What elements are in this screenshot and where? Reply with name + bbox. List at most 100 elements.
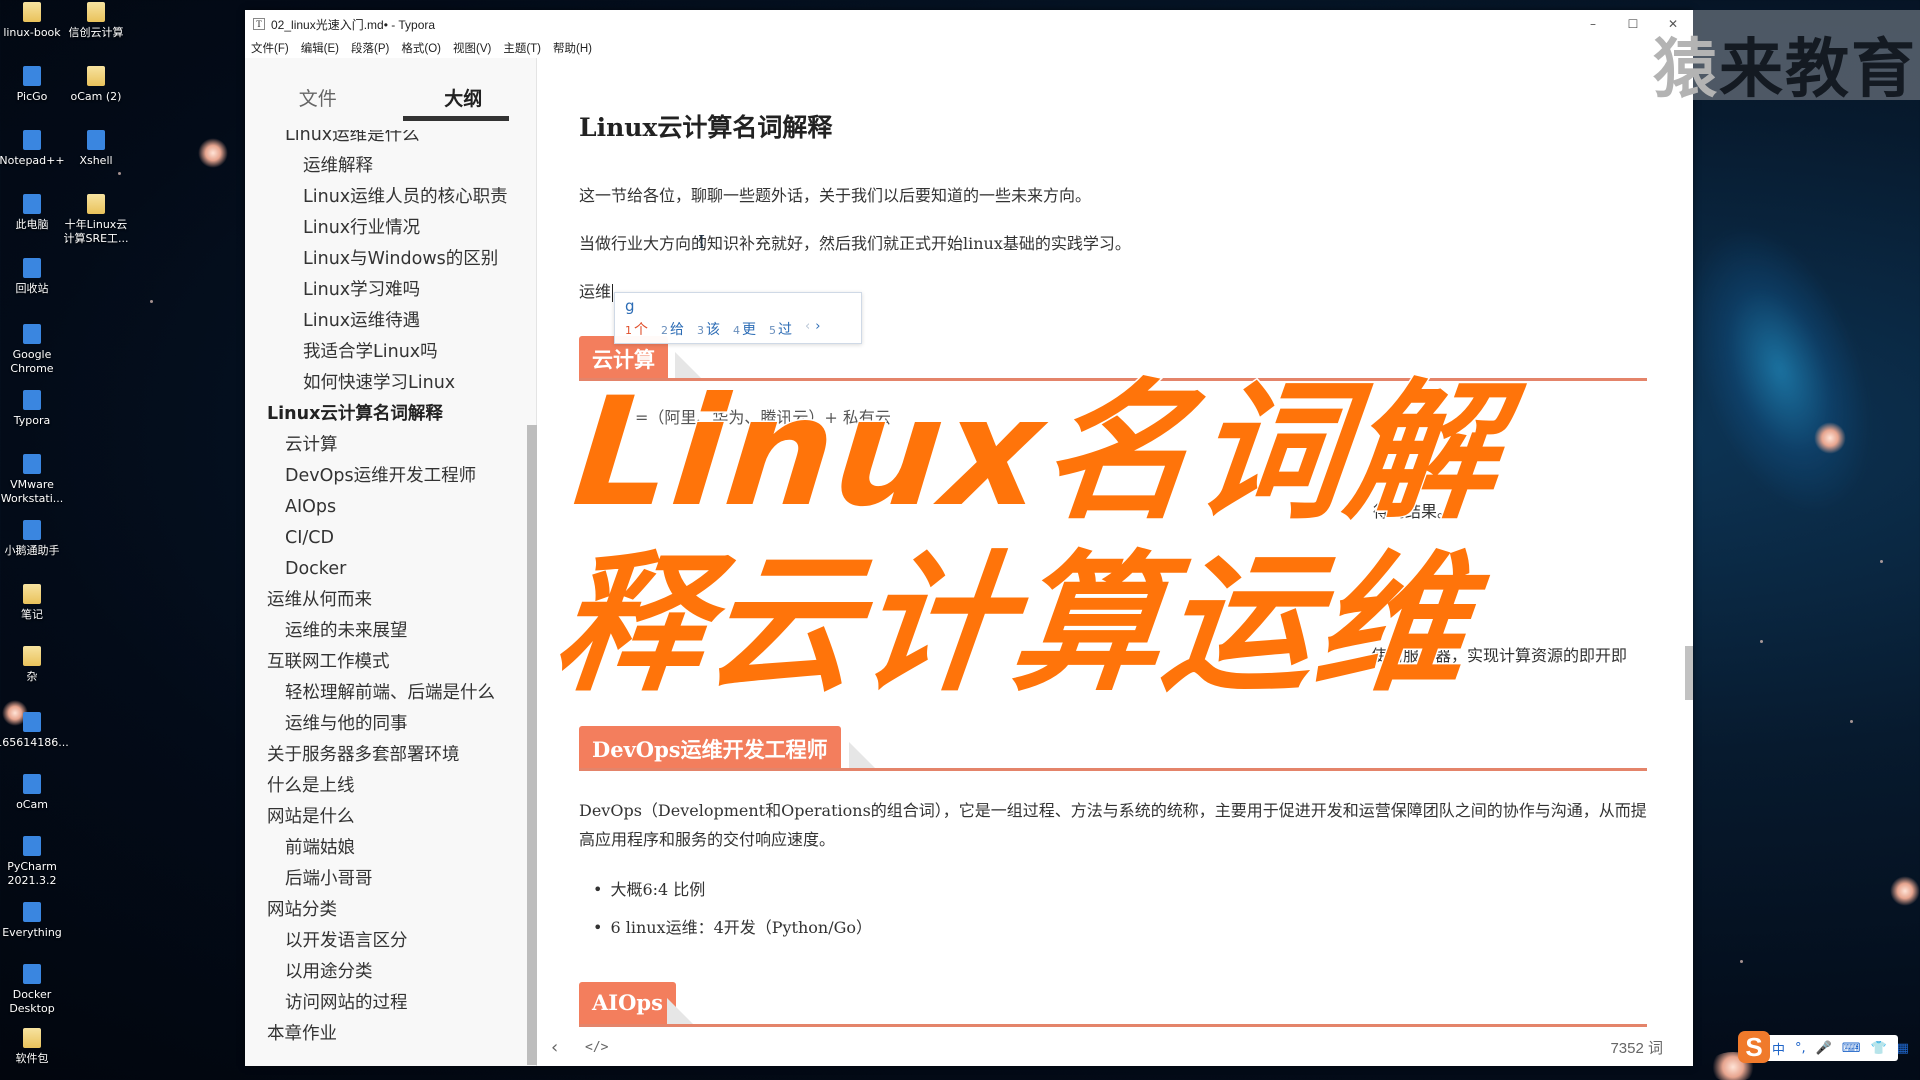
ime-skin-icon[interactable]: 👕 bbox=[1871, 1041, 1887, 1056]
outline-item[interactable]: 前端姑娘 bbox=[245, 833, 525, 864]
outline-item[interactable]: Linux运维人员的核心职责 bbox=[245, 182, 525, 213]
outline-item[interactable]: AIOps bbox=[245, 492, 525, 523]
outline-item[interactable]: 关于服务器多套部署环境 bbox=[245, 740, 525, 771]
outline-item[interactable]: 本章作业 bbox=[245, 1019, 525, 1050]
desktop-icon[interactable]: 回收站 bbox=[0, 258, 64, 296]
outline-item[interactable]: Linux行业情况 bbox=[245, 213, 525, 244]
ime-chinese-mode-icon[interactable]: 中 bbox=[1772, 1039, 1785, 1058]
sidebar-tabs: 文件 大纲 bbox=[245, 58, 536, 126]
outline-item[interactable]: Linux学习难吗 bbox=[245, 275, 525, 306]
outline-item[interactable]: 访问网站的过程 bbox=[245, 988, 525, 1019]
desktop-icon[interactable]: Typora bbox=[0, 390, 64, 428]
typing-line[interactable]: 运维 bbox=[579, 278, 614, 306]
app-shortcut-icon bbox=[23, 964, 41, 984]
outline-item[interactable]: 以开发语言区分 bbox=[245, 926, 525, 957]
outline-item[interactable]: 网站是什么 bbox=[245, 802, 525, 833]
ime-prev-page-icon[interactable]: ‹ bbox=[805, 319, 810, 334]
outline-item[interactable]: 互联网工作模式 bbox=[245, 647, 525, 678]
desktop-icon-label: Google bbox=[12, 348, 52, 361]
paragraph-fragment: 使用服务器，实现计算资源的即开即 bbox=[1371, 646, 1628, 665]
outline-item[interactable]: CI/CD bbox=[245, 523, 525, 554]
menu-theme[interactable]: 主题(T) bbox=[503, 40, 541, 56]
app-shortcut-icon bbox=[23, 836, 41, 856]
outline-item[interactable]: Linux运维待遇 bbox=[245, 306, 525, 337]
desktop-icon[interactable]: Notepad++ bbox=[0, 130, 65, 168]
desktop-icon[interactable]: oCam (2) bbox=[64, 66, 128, 104]
editor[interactable]: Linux云计算名词解释 这一节给各位，聊聊一些题外话，关于我们以后要知道的一些… bbox=[537, 58, 1693, 1028]
menu-paragraph[interactable]: 段落(P) bbox=[351, 40, 389, 56]
desktop-icon[interactable]: linux-book bbox=[0, 2, 64, 40]
outline-item[interactable]: 运维解释 bbox=[245, 151, 525, 182]
toggle-sidebar-icon[interactable]: ‹ bbox=[551, 1037, 558, 1058]
word-count[interactable]: 7352 词 bbox=[1610, 1037, 1663, 1058]
menu-edit[interactable]: 编辑(E) bbox=[301, 40, 339, 56]
outline-item[interactable]: 后端小哥哥 bbox=[245, 864, 525, 895]
menu-format[interactable]: 格式(O) bbox=[401, 40, 441, 56]
ime-next-page-icon[interactable]: › bbox=[815, 319, 820, 334]
desktop-icon[interactable]: Google Chrome bbox=[0, 324, 64, 376]
ime-keyboard-icon[interactable]: ⌨ bbox=[1842, 1041, 1861, 1056]
desktop-icon[interactable]: 杂 bbox=[0, 646, 64, 684]
desktop-icon[interactable]: PyCharm 2021.3.2 bbox=[0, 836, 64, 888]
desktop-icon-label: oCam bbox=[16, 798, 48, 811]
title-bar[interactable]: T 02_linux光速入门.md• - Typora bbox=[245, 10, 1693, 38]
ime-candidate[interactable]: 4更 bbox=[733, 319, 756, 339]
ime-microphone-icon[interactable]: 🎤 bbox=[1816, 1041, 1832, 1056]
watermark-logo: 猿来教育 bbox=[1653, 10, 1920, 107]
outline-item[interactable]: Docker bbox=[245, 554, 525, 585]
outline-item[interactable]: 云计算 bbox=[245, 430, 525, 461]
desktop-icon[interactable]: oCam bbox=[0, 774, 64, 812]
app-shortcut-icon bbox=[23, 258, 41, 278]
desktop-icon-label: Workstati... bbox=[0, 492, 64, 505]
ime-candidate[interactable]: 2给 bbox=[661, 319, 684, 339]
source-mode-icon[interactable]: </> bbox=[585, 1040, 608, 1055]
editor-scrollbar[interactable] bbox=[1685, 646, 1693, 700]
ime-candidate[interactable]: 5过 bbox=[769, 319, 792, 339]
outline-item[interactable]: 轻松理解前端、后端是什么 bbox=[245, 678, 525, 709]
desktop-icon[interactable]: 165614186... bbox=[0, 712, 69, 750]
ime-candidate[interactable]: 3该 bbox=[697, 319, 720, 339]
outline-item[interactable]: 我适合学Linux吗 bbox=[245, 337, 525, 368]
desktop-icon[interactable]: 软件包 bbox=[0, 1028, 64, 1066]
ime-candidate-popup: g 1个 2给 3该 4更 5过 ‹ › bbox=[614, 292, 862, 344]
menu-view[interactable]: 视图(V) bbox=[453, 40, 491, 56]
desktop-icon[interactable]: VMware Workstati... bbox=[0, 454, 64, 506]
desktop-icon[interactable]: 笔记 bbox=[0, 584, 64, 622]
desktop-icon-label: 小鹅通助手 bbox=[4, 544, 60, 557]
outline-item[interactable]: Linux运维是什么 bbox=[245, 130, 525, 151]
ime-punctuation-icon[interactable]: °, bbox=[1795, 1041, 1806, 1056]
outline-item[interactable]: Linux云计算名词解释 bbox=[245, 399, 525, 430]
outline-item[interactable]: Linux与Windows的区别 bbox=[245, 244, 525, 275]
outline-item[interactable]: 网站分类 bbox=[245, 895, 525, 926]
outline-item[interactable]: 运维从何而来 bbox=[245, 585, 525, 616]
wallpaper-star bbox=[150, 300, 153, 303]
outline-item[interactable]: 运维的未来展望 bbox=[245, 616, 525, 647]
desktop-icon[interactable]: PicGo bbox=[0, 66, 64, 104]
desktop-icon[interactable]: 此电脑 bbox=[0, 194, 64, 232]
outline-item[interactable]: 如何快速学习Linux bbox=[245, 368, 525, 399]
outline-item[interactable]: 以用途分类 bbox=[245, 957, 525, 988]
maximize-button[interactable]: ☐ bbox=[1613, 10, 1653, 38]
desktop-icon[interactable]: 小鹅通助手 bbox=[0, 520, 64, 558]
heading-fold-decoration bbox=[849, 742, 875, 768]
menu-file[interactable]: 文件(F) bbox=[251, 40, 289, 56]
desktop-icon[interactable]: 信创云计算 bbox=[64, 2, 128, 40]
desktop-icon[interactable]: Everything bbox=[0, 902, 64, 940]
wallpaper-star bbox=[198, 138, 228, 168]
menu-help[interactable]: 帮助(H) bbox=[553, 40, 592, 56]
watermark-first-char: 猿 bbox=[1653, 32, 1719, 107]
minimize-button[interactable]: – bbox=[1573, 10, 1613, 38]
desktop-icon[interactable]: Docker Desktop bbox=[0, 964, 64, 1016]
ime-toolbox-icon[interactable]: ▦ bbox=[1897, 1041, 1909, 1056]
outline-item[interactable]: DevOps运维开发工程师 bbox=[245, 461, 525, 492]
sogou-logo-icon[interactable]: S bbox=[1738, 1031, 1770, 1063]
desktop-icon-label: 笔记 bbox=[21, 608, 43, 621]
desktop-icon[interactable]: Xshell bbox=[64, 130, 128, 168]
ime-candidate[interactable]: 1个 bbox=[625, 319, 648, 339]
tab-files[interactable]: 文件 bbox=[245, 58, 391, 126]
outline-item[interactable]: 运维与他的同事 bbox=[245, 709, 525, 740]
outline-item[interactable]: 什么是上线 bbox=[245, 771, 525, 802]
status-bar: ‹ </> 7352 词 bbox=[537, 1028, 1693, 1066]
desktop-icon[interactable]: 十年Linux云 计算SRE工... bbox=[63, 194, 129, 246]
sidebar-scrollbar[interactable] bbox=[527, 425, 537, 1065]
